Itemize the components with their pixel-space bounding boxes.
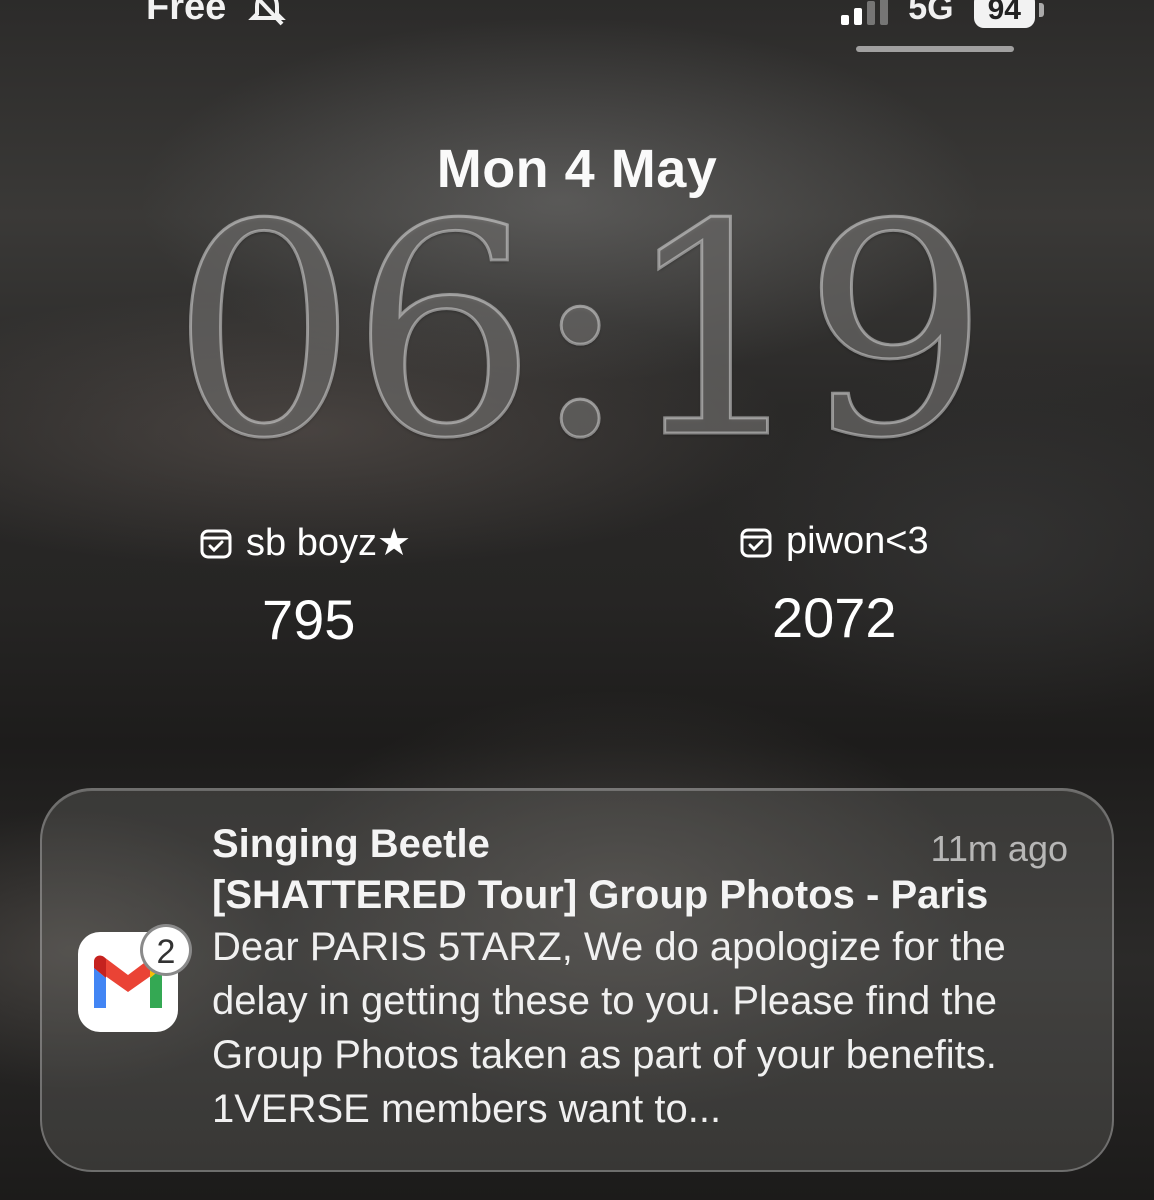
notification-sender: Singing Beetle [212, 822, 490, 866]
widget-header: piwon<3 [740, 520, 1100, 563]
status-bar-carrier: Free [146, 0, 288, 29]
calendar-icon [200, 529, 232, 558]
signal-bar [867, 1, 876, 25]
signal-bar [880, 0, 889, 25]
notification-count-badge: 2 [140, 924, 192, 976]
signal-bar [841, 15, 850, 25]
countdown-widget-piwon[interactable]: piwon<3 2072 [740, 520, 1100, 650]
notification-content: Singing Beetle [SHATTERED Tour] Group Ph… [212, 822, 1092, 1136]
lock-screen-clock: 06:19 [170, 162, 991, 502]
calendar-icon [740, 528, 772, 557]
countdown-widget-sb-boyz[interactable]: sb boyz★ 795 [200, 520, 560, 652]
widget-label: sb boyz★ [246, 522, 412, 564]
control-center-indicator[interactable] [856, 46, 1014, 52]
status-bar-right: 5G 94 [841, 0, 1044, 28]
widget-value: 795 [262, 588, 356, 651]
widget-label: piwon<3 [786, 520, 929, 562]
battery-level: 94 [973, 0, 1035, 28]
gmail-notification[interactable]: 2 11m ago Singing Beetle [SHATTERED Tour… [40, 788, 1114, 1172]
network-type: 5G [908, 0, 954, 27]
widget-header: sb boyz★ [200, 520, 560, 565]
carrier-label: Free [146, 0, 227, 28]
silent-mode-bell-icon [248, 0, 287, 25]
battery-icon [1039, 3, 1044, 17]
notification-subject: [SHATTERED Tour] Group Photos - Paris [212, 873, 989, 917]
notification-message: Dear PARIS 5TARZ, We do apologize for th… [212, 925, 1006, 1131]
widget-value: 2072 [772, 586, 897, 649]
signal-bar [854, 8, 863, 25]
cellular-signal-icon [841, 0, 889, 25]
